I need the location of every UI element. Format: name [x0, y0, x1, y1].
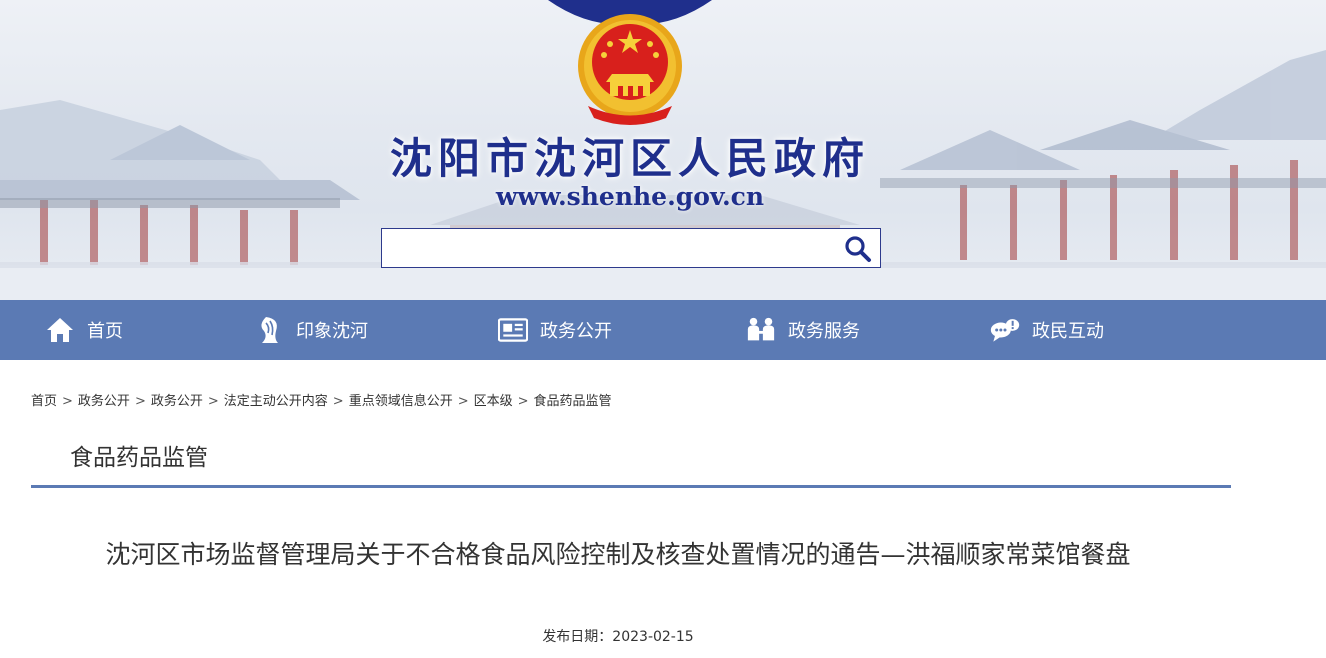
- site-banner: 沈阳市沈河区人民政府 www.shenhe.gov.cn: [0, 0, 1326, 300]
- breadcrumb-separator: >: [62, 394, 73, 409]
- breadcrumb-link[interactable]: 区本级: [474, 394, 513, 409]
- newspaper-icon: [498, 315, 528, 345]
- service-icon: [746, 315, 776, 345]
- search-icon[interactable]: [844, 235, 872, 263]
- site-url: www.shenhe.gov.cn: [495, 182, 765, 211]
- breadcrumb-link[interactable]: 重点领域信息公开: [349, 394, 453, 409]
- breadcrumb-current[interactable]: 食品药品监管: [534, 394, 612, 409]
- breadcrumb-separator: >: [517, 394, 529, 409]
- home-icon: [45, 315, 75, 345]
- breadcrumb-separator: >: [134, 394, 146, 409]
- article-publish-date: 发布日期：2023-02-15: [542, 629, 694, 645]
- article-title: 沈河区市场监督管理局关于不合格食品风险控制及核查处置情况的通告—洪福顺家常菜馆餐…: [105, 540, 1131, 569]
- chat-icon: [990, 315, 1020, 345]
- nav-item-label: 政务服务: [788, 321, 860, 342]
- nav-item-label: 印象沈河: [296, 321, 368, 342]
- nav-item-gov-affairs-public[interactable]: 政务公开: [498, 300, 612, 360]
- nav-item-interaction[interactable]: 政民互动: [990, 300, 1104, 360]
- breadcrumb-link[interactable]: 政务公开: [151, 394, 203, 409]
- section-divider: [31, 485, 1231, 488]
- breadcrumb-separator: >: [332, 394, 344, 409]
- main-nav: 首页 印象沈河 政务公开 政务服务 政民互动: [0, 300, 1326, 360]
- nav-item-gov-services[interactable]: 政务服务: [746, 300, 860, 360]
- nav-item-home[interactable]: 首页: [45, 300, 123, 360]
- breadcrumb-link[interactable]: 法定主动公开内容: [224, 394, 328, 409]
- nav-item-impression[interactable]: 印象沈河: [254, 300, 368, 360]
- nav-item-label: 政民互动: [1032, 321, 1104, 342]
- nav-item-label: 首页: [87, 321, 123, 342]
- breadcrumb-link[interactable]: 首页: [31, 394, 57, 409]
- search-input[interactable]: [382, 229, 822, 267]
- impression-icon: [254, 315, 284, 345]
- breadcrumb: 首页 > 政务公开 > 政务公开 > 法定主动公开内容 > 重点领域信息公开 > 区本级 > 食品药品监…: [31, 390, 612, 409]
- national-emblem-icon: [548, 0, 712, 125]
- section-title: 食品药品监管: [70, 445, 208, 471]
- breadcrumb-link[interactable]: 政务公开: [78, 394, 130, 409]
- nav-item-label: 政务公开: [540, 321, 612, 342]
- search-box: [381, 228, 881, 268]
- breadcrumb-separator: >: [457, 394, 469, 409]
- site-title: 沈阳市沈河区人民政府: [389, 134, 870, 183]
- breadcrumb-separator: >: [207, 394, 219, 409]
